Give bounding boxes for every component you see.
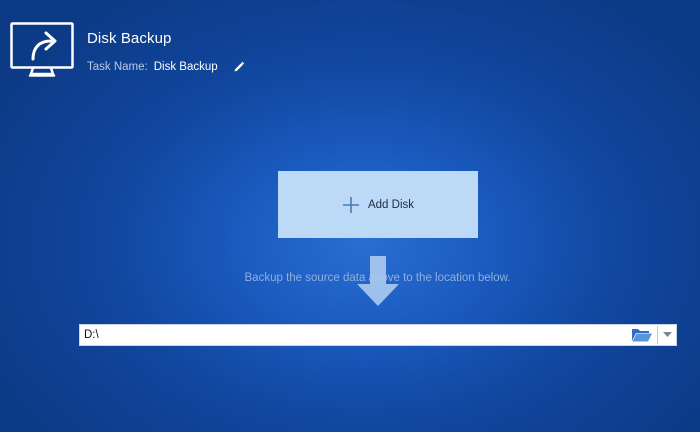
folder-open-icon[interactable] (631, 327, 653, 343)
destination-dropdown-button[interactable] (658, 325, 676, 345)
destination-path[interactable]: D:\ (80, 325, 631, 345)
chevron-down-icon (662, 332, 672, 337)
backup-direction-hint: Backup the source data above to the loca… (244, 272, 511, 284)
task-name-label: Task Name: (87, 61, 148, 73)
add-disk-label: Add Disk (367, 198, 415, 211)
destination-selector[interactable]: D:\ (79, 324, 677, 346)
backup-monitor-icon (10, 22, 74, 77)
task-name-row: Task Name: Disk Backup (87, 59, 245, 75)
arrow-down-icon (357, 256, 399, 306)
pencil-icon[interactable] (233, 61, 245, 73)
page-title: Disk Backup (87, 30, 172, 47)
task-name-value: Disk Backup (153, 61, 218, 73)
plus-icon (342, 196, 359, 213)
add-disk-button[interactable]: Add Disk (278, 171, 478, 238)
